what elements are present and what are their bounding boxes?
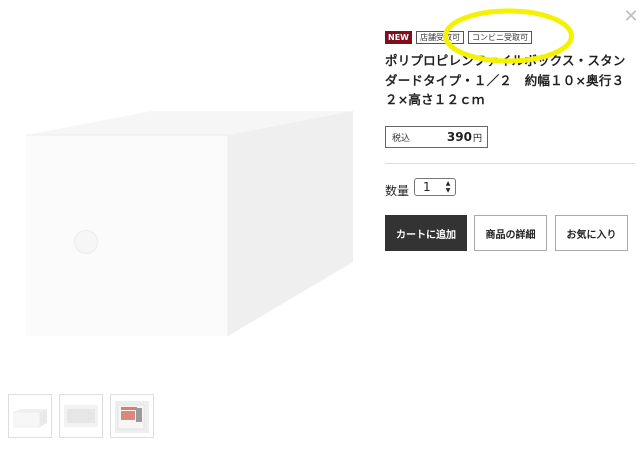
thumbnail-front[interactable]: [8, 394, 52, 438]
quantity-label: 数量: [385, 184, 410, 198]
favorite-button[interactable]: お気に入り: [555, 215, 628, 251]
quantity-stepper[interactable]: 1 ▲ ▼: [414, 178, 456, 196]
store-pickup-badge: 店舗受取可: [415, 30, 464, 44]
divider: [385, 163, 635, 164]
product-details-button[interactable]: 商品の詳細: [474, 215, 547, 251]
tax-label: 税込: [392, 133, 411, 144]
quantity-arrows[interactable]: ▲ ▼: [443, 180, 453, 194]
price-unit: 円: [472, 133, 482, 144]
thumbnail-with-files[interactable]: [110, 394, 154, 438]
chevron-up-icon[interactable]: ▲: [446, 180, 451, 187]
product-title: ポリプロピレンファイルボックス・スタンダードタイプ・１／２ 約幅１０×奥行３２×…: [385, 53, 626, 107]
convenience-pickup-badge: コンビニ受取可: [467, 30, 532, 44]
chevron-down-icon[interactable]: ▼: [446, 187, 451, 194]
new-badge: NEW: [385, 30, 412, 44]
price-box: 税込 390 円: [385, 126, 488, 148]
add-to-cart-button[interactable]: カートに追加: [385, 215, 467, 251]
close-icon[interactable]: ✕: [622, 8, 640, 26]
thumbnail-top[interactable]: [59, 394, 103, 438]
price-value: 390: [446, 130, 472, 144]
product-main-image: [0, 0, 375, 372]
quantity-value[interactable]: 1: [423, 180, 443, 194]
badge-row: NEW 店舗受取可 コンビニ受取可: [385, 30, 532, 44]
